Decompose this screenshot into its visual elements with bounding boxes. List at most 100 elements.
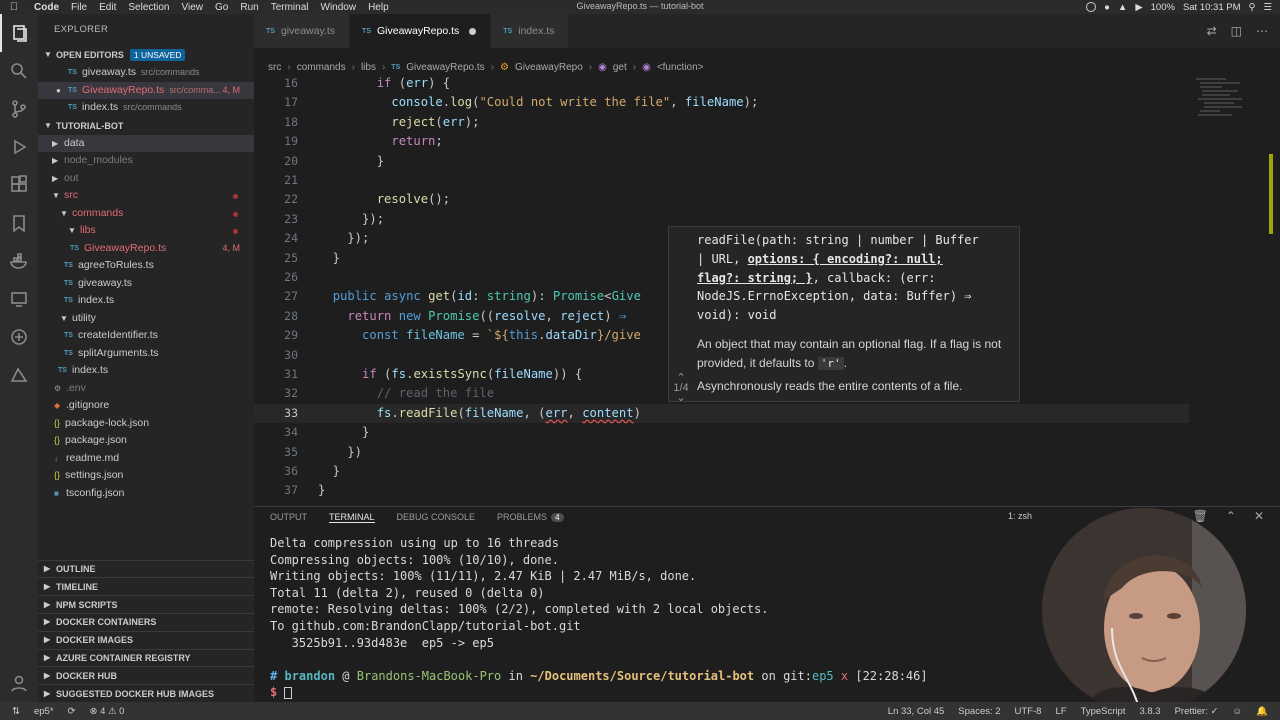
git-branch[interactable]: ep5* xyxy=(34,706,54,717)
terminal-output[interactable]: Delta compression using up to 16 threads… xyxy=(270,535,928,701)
tab-index[interactable]: TS index.ts xyxy=(491,14,570,48)
wifi-icon[interactable]: ▲ xyxy=(1118,2,1127,13)
account-icon[interactable] xyxy=(0,664,38,702)
tab-giveawayrepo[interactable]: TS GiveawayRepo.ts xyxy=(350,14,492,48)
indentation[interactable]: Spaces: 2 xyxy=(958,706,1000,717)
tree-file[interactable]: {} package-lock.json xyxy=(38,415,254,433)
clock[interactable]: Sat 10:31 PM xyxy=(1183,2,1241,13)
live-share-icon[interactable] xyxy=(0,318,38,356)
section-docker-images[interactable]: ▶ DOCKER IMAGES xyxy=(38,630,254,649)
menu-extras-icon[interactable]: ☰ xyxy=(1263,2,1272,13)
tab-terminal[interactable]: TERMINAL xyxy=(329,512,375,523)
breadcrumb-item[interactable]: libs xyxy=(361,62,376,73)
battery-level[interactable]: 100% xyxy=(1151,2,1175,13)
breadcrumb-item[interactable]: GiveawayRepo xyxy=(515,62,583,73)
notifications-icon[interactable]: 🔔 xyxy=(1256,706,1268,717)
tab-problems[interactable]: PROBLEMS 4 xyxy=(497,512,564,522)
bookmark-icon[interactable] xyxy=(0,204,38,242)
breadcrumb-item[interactable]: <function> xyxy=(657,62,704,73)
open-editor-item[interactable]: TS index.ts src/commands xyxy=(38,99,254,117)
remote-icon[interactable]: ⇅ xyxy=(12,706,20,717)
menu-view[interactable]: View xyxy=(176,2,210,13)
terminal-selector[interactable]: 1: zsh xyxy=(1008,511,1032,521)
section-docker-containers[interactable]: ▶ DOCKER CONTAINERS xyxy=(38,613,254,631)
signature-pager[interactable]: ⌃ 1/4 ⌄ xyxy=(669,373,693,404)
search-icon[interactable] xyxy=(0,52,38,90)
remote-explorer-icon[interactable] xyxy=(0,280,38,318)
menu-help[interactable]: Help xyxy=(362,2,395,13)
tree-folder-src[interactable]: ▼ src xyxy=(38,187,254,205)
tree-file[interactable]: {} settings.json xyxy=(38,467,254,485)
sync-icon[interactable]: ⟳ xyxy=(68,706,76,717)
tree-file[interactable]: ↓ readme.md xyxy=(38,450,254,468)
menu-selection[interactable]: Selection xyxy=(122,2,175,13)
breadcrumb-item[interactable]: src xyxy=(268,62,281,73)
menu-file[interactable]: File xyxy=(65,2,93,13)
spotlight-search-icon[interactable]: ⚲ xyxy=(1249,2,1256,13)
menu-app-name[interactable]: Code xyxy=(28,2,65,13)
menu-terminal[interactable]: Terminal xyxy=(265,2,315,13)
feedback-icon[interactable]: ☺ xyxy=(1232,706,1242,717)
section-docker-hub[interactable]: ▶ DOCKER HUB xyxy=(38,666,254,684)
status-circle-icon[interactable] xyxy=(1086,2,1097,12)
project-header[interactable]: ▼ TUTORIAL-BOT xyxy=(38,117,254,135)
tree-folder-node-modules[interactable]: ▶ node_modules xyxy=(38,152,254,170)
tab-giveaway[interactable]: TS giveaway.ts xyxy=(254,14,351,48)
line-ending[interactable]: LF xyxy=(1055,706,1066,717)
section-suggested-images[interactable]: ▶ SUGGESTED DOCKER HUB IMAGES xyxy=(38,684,254,702)
tree-folder-utility[interactable]: ▼ utility xyxy=(38,310,254,328)
cursor-position[interactable]: Ln 33, Col 45 xyxy=(888,706,945,717)
minimap[interactable] xyxy=(1192,76,1280,498)
menu-edit[interactable]: Edit xyxy=(93,2,122,13)
language-mode[interactable]: TypeScript xyxy=(1081,706,1126,717)
chevron-down-icon[interactable]: ⌄ xyxy=(669,393,693,404)
prettier-status[interactable]: Prettier: ✓ xyxy=(1175,706,1219,717)
menu-window[interactable]: Window xyxy=(315,2,363,13)
tree-file[interactable]: ■ tsconfig.json xyxy=(38,485,254,503)
unsaved-dot-icon[interactable]: ● xyxy=(56,82,68,100)
open-editor-item[interactable]: TS giveaway.ts src/commands xyxy=(38,64,254,82)
volume-icon[interactable]: ▶ xyxy=(1135,2,1142,13)
tree-file[interactable]: ◆ .gitignore xyxy=(38,397,254,415)
tree-file[interactable]: TS giveaway.ts xyxy=(38,275,254,293)
breadcrumb-item[interactable]: GiveawayRepo.ts xyxy=(406,62,484,73)
tree-file[interactable]: {} package.json xyxy=(38,432,254,450)
split-editor-icon[interactable]: ◫ xyxy=(1231,24,1242,38)
open-editor-item[interactable]: ● TS GiveawayRepo.ts src/comma... 4, M xyxy=(38,81,254,100)
source-control-icon[interactable] xyxy=(0,90,38,128)
docker-icon[interactable] xyxy=(0,242,38,280)
tree-file[interactable]: TS createIdentifier.ts xyxy=(38,327,254,345)
menu-go[interactable]: Go xyxy=(209,2,234,13)
more-actions-icon[interactable]: ⋯ xyxy=(1256,24,1268,38)
scrollbar-thumb[interactable] xyxy=(1269,154,1273,234)
encoding[interactable]: UTF-8 xyxy=(1015,706,1042,717)
terminal-input-line[interactable]: $ xyxy=(270,684,928,701)
section-timeline[interactable]: ▶ TIMELINE xyxy=(38,577,254,595)
open-editors-header[interactable]: ▼ OPEN EDITORS 1 UNSAVED xyxy=(38,46,254,64)
tree-file[interactable]: ⚙ .env xyxy=(38,380,254,398)
tree-file[interactable]: TS splitArguments.ts xyxy=(38,345,254,363)
unsaved-dot-icon[interactable] xyxy=(469,27,477,35)
docker-whale-icon[interactable]: ● xyxy=(1104,2,1110,13)
close-icon[interactable]: ✕ xyxy=(1254,509,1264,523)
breadcrumb-item[interactable]: commands xyxy=(297,62,346,73)
ts-version[interactable]: 3.8.3 xyxy=(1139,706,1160,717)
apple-menu-icon[interactable]:  xyxy=(0,1,28,13)
extensions-icon[interactable] xyxy=(0,166,38,204)
explorer-icon[interactable] xyxy=(0,14,38,52)
compare-changes-icon[interactable]: ⇄ xyxy=(1207,24,1217,38)
tree-folder-out[interactable]: ▶ out xyxy=(38,170,254,188)
menu-run[interactable]: Run xyxy=(234,2,264,13)
tree-folder-libs[interactable]: ▼ libs xyxy=(38,222,254,240)
tree-file[interactable]: TS agreeToRules.ts xyxy=(38,257,254,275)
run-debug-icon[interactable] xyxy=(0,128,38,166)
azure-icon[interactable] xyxy=(0,356,38,394)
section-azure-registry[interactable]: ▶ AZURE CONTAINER REGISTRY xyxy=(38,648,254,667)
tree-folder-commands[interactable]: ▼ commands xyxy=(38,205,254,223)
problems-summary[interactable]: ⊗ 4 ⚠ 0 xyxy=(90,706,125,717)
tree-file[interactable]: TS index.ts xyxy=(38,292,254,310)
tab-debug-console[interactable]: DEBUG CONSOLE xyxy=(397,512,476,522)
tree-file[interactable]: TS index.ts xyxy=(38,362,254,380)
section-npm-scripts[interactable]: ▶ NPM SCRIPTS xyxy=(38,595,254,613)
tree-file-giveawayrepo[interactable]: TS GiveawayRepo.ts 4, M xyxy=(38,240,254,258)
